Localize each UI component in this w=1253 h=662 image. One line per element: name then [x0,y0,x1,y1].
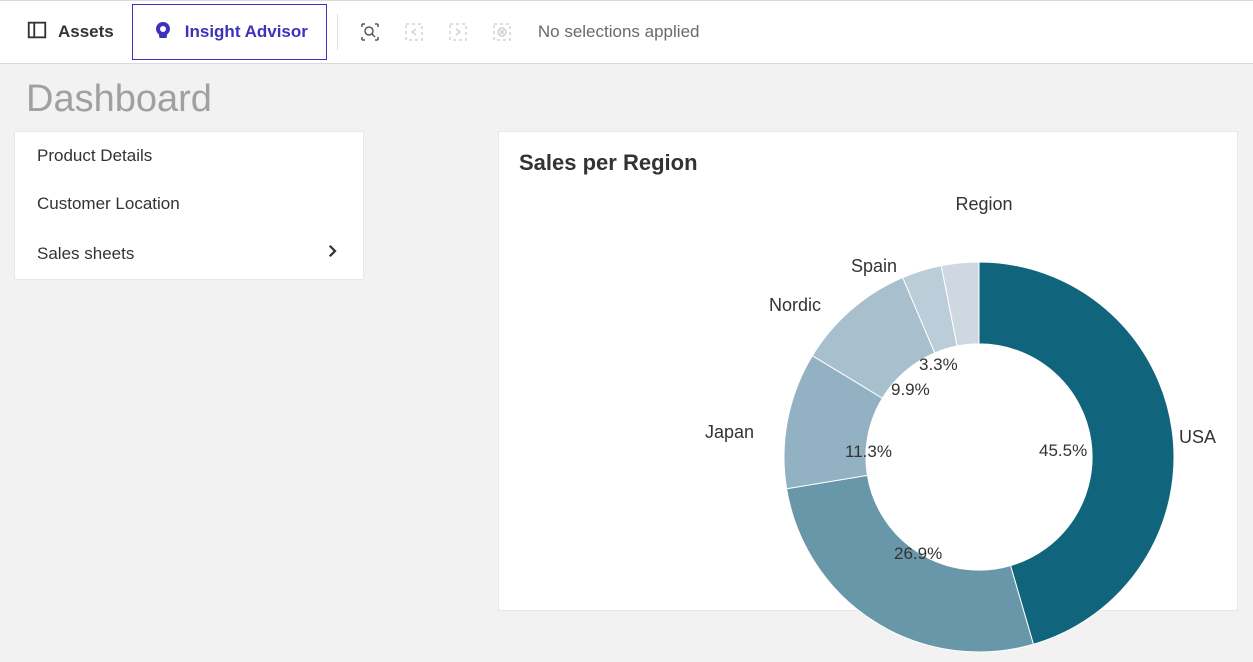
insight-advisor-label: Insight Advisor [185,22,308,42]
side-item-label: Customer Location [37,194,180,214]
value-label-japan: 11.3% [845,442,892,462]
value-label-spain: 3.3% [919,355,958,375]
slice-label-usa: USA [1179,427,1216,448]
value-label-usa: 45.5% [1039,441,1087,461]
slice-label-japan: Japan [705,422,754,443]
slice-label-spain: Spain [851,256,897,277]
donut-chart[interactable] [779,257,1179,657]
value-label-nordic: 9.9% [891,380,930,400]
top-toolbar: Assets Insight Advisor [0,0,1253,64]
chart-legend-title: Region [929,194,1039,215]
assets-label: Assets [58,22,114,42]
chart-card-sales-per-region[interactable]: Sales per Region Region USA Japan Nordic Sp… [498,131,1238,611]
assets-button[interactable]: Assets [8,4,132,60]
insight-icon [151,18,175,47]
filter-panel: Product Details Customer Location Sales … [14,131,364,280]
slice-label-nordic: Nordic [769,295,821,316]
chart-title: Sales per Region [519,150,1217,176]
clear-selections-button [480,10,524,54]
insight-advisor-button[interactable]: Insight Advisor [132,4,327,60]
content-area: Product Details Customer Location Sales … [0,131,1253,611]
selection-back-button [392,10,436,54]
chevron-right-icon [323,242,341,265]
toolbar-separator [337,14,338,50]
value-label-uk: 26.9% [894,544,942,564]
side-item-customer-location[interactable]: Customer Location [15,180,363,228]
selection-status-text: No selections applied [538,22,700,42]
smart-search-button[interactable] [348,10,392,54]
side-item-sales-sheets[interactable]: Sales sheets [15,228,363,279]
side-item-product-details[interactable]: Product Details [15,132,363,180]
selection-forward-button [436,10,480,54]
page-title: Dashboard [0,64,1253,131]
side-item-label: Product Details [37,146,152,166]
side-item-label: Sales sheets [37,244,134,264]
panel-icon [26,19,48,46]
